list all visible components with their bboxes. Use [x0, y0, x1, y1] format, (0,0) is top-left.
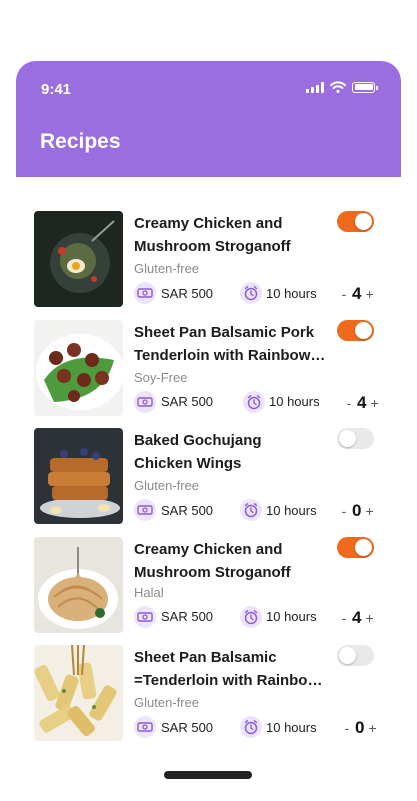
recipe-time: 10 hours — [240, 716, 317, 738]
toggle-knob — [339, 647, 356, 664]
recipe-image — [34, 319, 123, 416]
app-header: 9:41 Recipes — [16, 61, 401, 177]
recipe-item[interactable]: Sheet Pan Balsamic Pork Tenderloin with … — [34, 319, 384, 429]
banknote-icon — [134, 605, 156, 628]
quantity-stepper: - 4 + — [340, 284, 374, 304]
wifi-icon — [330, 81, 346, 93]
recipe-toggle[interactable] — [337, 645, 374, 666]
price-value: SAR 500 — [161, 609, 214, 624]
banknote-icon — [134, 499, 156, 521]
alarm-clock-icon — [243, 390, 265, 413]
quantity-stepper: - 0 + — [343, 718, 377, 738]
increment-button[interactable]: + — [368, 720, 376, 736]
increment-button[interactable]: + — [365, 286, 373, 302]
recipe-title: Sheet Pan Balsamic Pork — [134, 323, 315, 341]
recipe-image — [34, 645, 123, 741]
recipe-title: Creamy Chicken and — [134, 540, 283, 558]
quantity-value: 0 — [355, 718, 365, 737]
recipe-price: SAR 500 — [134, 605, 214, 628]
signal-icon — [306, 81, 324, 93]
recipe-price: SAR 500 — [134, 499, 213, 521]
status-icons — [306, 81, 378, 93]
home-indicator[interactable] — [164, 771, 252, 779]
toggle-knob — [355, 538, 372, 556]
recipe-time: 10 hours — [240, 605, 317, 628]
alarm-clock-icon — [240, 716, 262, 738]
time-value: 10 hours — [269, 394, 320, 409]
recipe-title: =Tenderloin with Rainbow… — [134, 672, 330, 689]
time-value: 10 hours — [266, 609, 317, 624]
price-value: SAR 500 — [161, 502, 214, 518]
increment-button[interactable]: + — [370, 395, 378, 411]
battery-icon — [352, 81, 378, 93]
recipe-tag: Gluten-free — [134, 261, 200, 276]
toggle-knob — [355, 321, 372, 339]
decrement-button[interactable]: - — [340, 503, 348, 519]
recipe-title: Sheet Pan Balsamic — [134, 649, 277, 666]
time-value: 10 hours — [266, 719, 317, 735]
banknote-icon — [134, 282, 156, 304]
recipe-toggle[interactable] — [337, 211, 374, 232]
price-value: SAR 500 — [161, 394, 214, 409]
page-title: Recipes — [40, 130, 121, 153]
quantity-stepper: - 4 + — [345, 392, 379, 413]
recipe-tag: Gluten-free — [134, 478, 200, 493]
decrement-button[interactable]: - — [343, 720, 351, 736]
recipe-image — [34, 536, 123, 633]
recipe-tag: Halal — [134, 584, 164, 600]
time-value: 10 hours — [266, 502, 317, 518]
recipe-image — [34, 428, 123, 524]
price-value: SAR 500 — [161, 719, 214, 735]
increment-button[interactable]: + — [365, 503, 373, 519]
recipe-item[interactable]: Sheet Pan Balsamic =Tenderloin with Rain… — [34, 645, 384, 754]
recipe-item[interactable]: Creamy Chicken and Mushroom Stroganoff G… — [34, 211, 384, 320]
recipe-item[interactable]: Baked Gochujang Chicken Wings Gluten-fre… — [34, 428, 384, 537]
quantity-value: 4 — [352, 284, 362, 303]
status-time: 9:41 — [41, 81, 72, 98]
recipe-title: Tenderloin with Rainbow… — [134, 346, 326, 364]
toggle-knob — [339, 430, 356, 447]
banknote-icon — [134, 390, 156, 413]
quantity-value: 4 — [352, 607, 362, 627]
recipe-tag: Soy-Free — [134, 369, 188, 385]
quantity-value: 4 — [357, 392, 367, 412]
recipe-title: Mushroom Stroganoff — [134, 238, 291, 255]
alarm-clock-icon — [240, 499, 262, 521]
alarm-clock-icon — [240, 282, 262, 304]
recipe-toggle[interactable] — [337, 319, 374, 341]
recipe-title: Baked Gochujang — [134, 432, 262, 449]
time-value: 10 hours — [266, 285, 317, 301]
quantity-value: 0 — [352, 501, 362, 520]
recipe-price: SAR 500 — [134, 282, 213, 304]
banknote-icon — [134, 716, 156, 738]
increment-button[interactable]: + — [365, 610, 373, 626]
recipe-title: Creamy Chicken and — [134, 215, 283, 232]
toggle-knob — [355, 213, 372, 230]
decrement-button[interactable]: - — [340, 610, 348, 626]
decrement-button[interactable]: - — [345, 395, 353, 411]
alarm-clock-icon — [240, 605, 262, 628]
recipe-title: Chicken Wings — [134, 455, 242, 472]
recipe-time: 10 hours — [240, 499, 317, 521]
recipe-tag: Gluten-free — [134, 695, 200, 710]
recipe-image — [34, 211, 123, 307]
quantity-stepper: - 0 + — [340, 501, 374, 521]
recipe-toggle[interactable] — [337, 428, 374, 449]
recipe-toggle[interactable] — [337, 536, 374, 558]
quantity-stepper: - 4 + — [340, 607, 374, 628]
recipe-price: SAR 500 — [134, 390, 214, 413]
decrement-button[interactable]: - — [340, 286, 348, 302]
price-value: SAR 500 — [161, 285, 214, 301]
recipe-title: Mushroom Stroganoff — [134, 563, 291, 581]
recipe-time: 10 hours — [240, 282, 317, 304]
recipe-item[interactable]: Creamy Chicken and Mushroom Stroganoff H… — [34, 536, 384, 646]
recipe-list: Creamy Chicken and Mushroom Stroganoff G… — [34, 211, 384, 754]
recipe-price: SAR 500 — [134, 716, 213, 738]
recipe-time: 10 hours — [243, 390, 320, 413]
